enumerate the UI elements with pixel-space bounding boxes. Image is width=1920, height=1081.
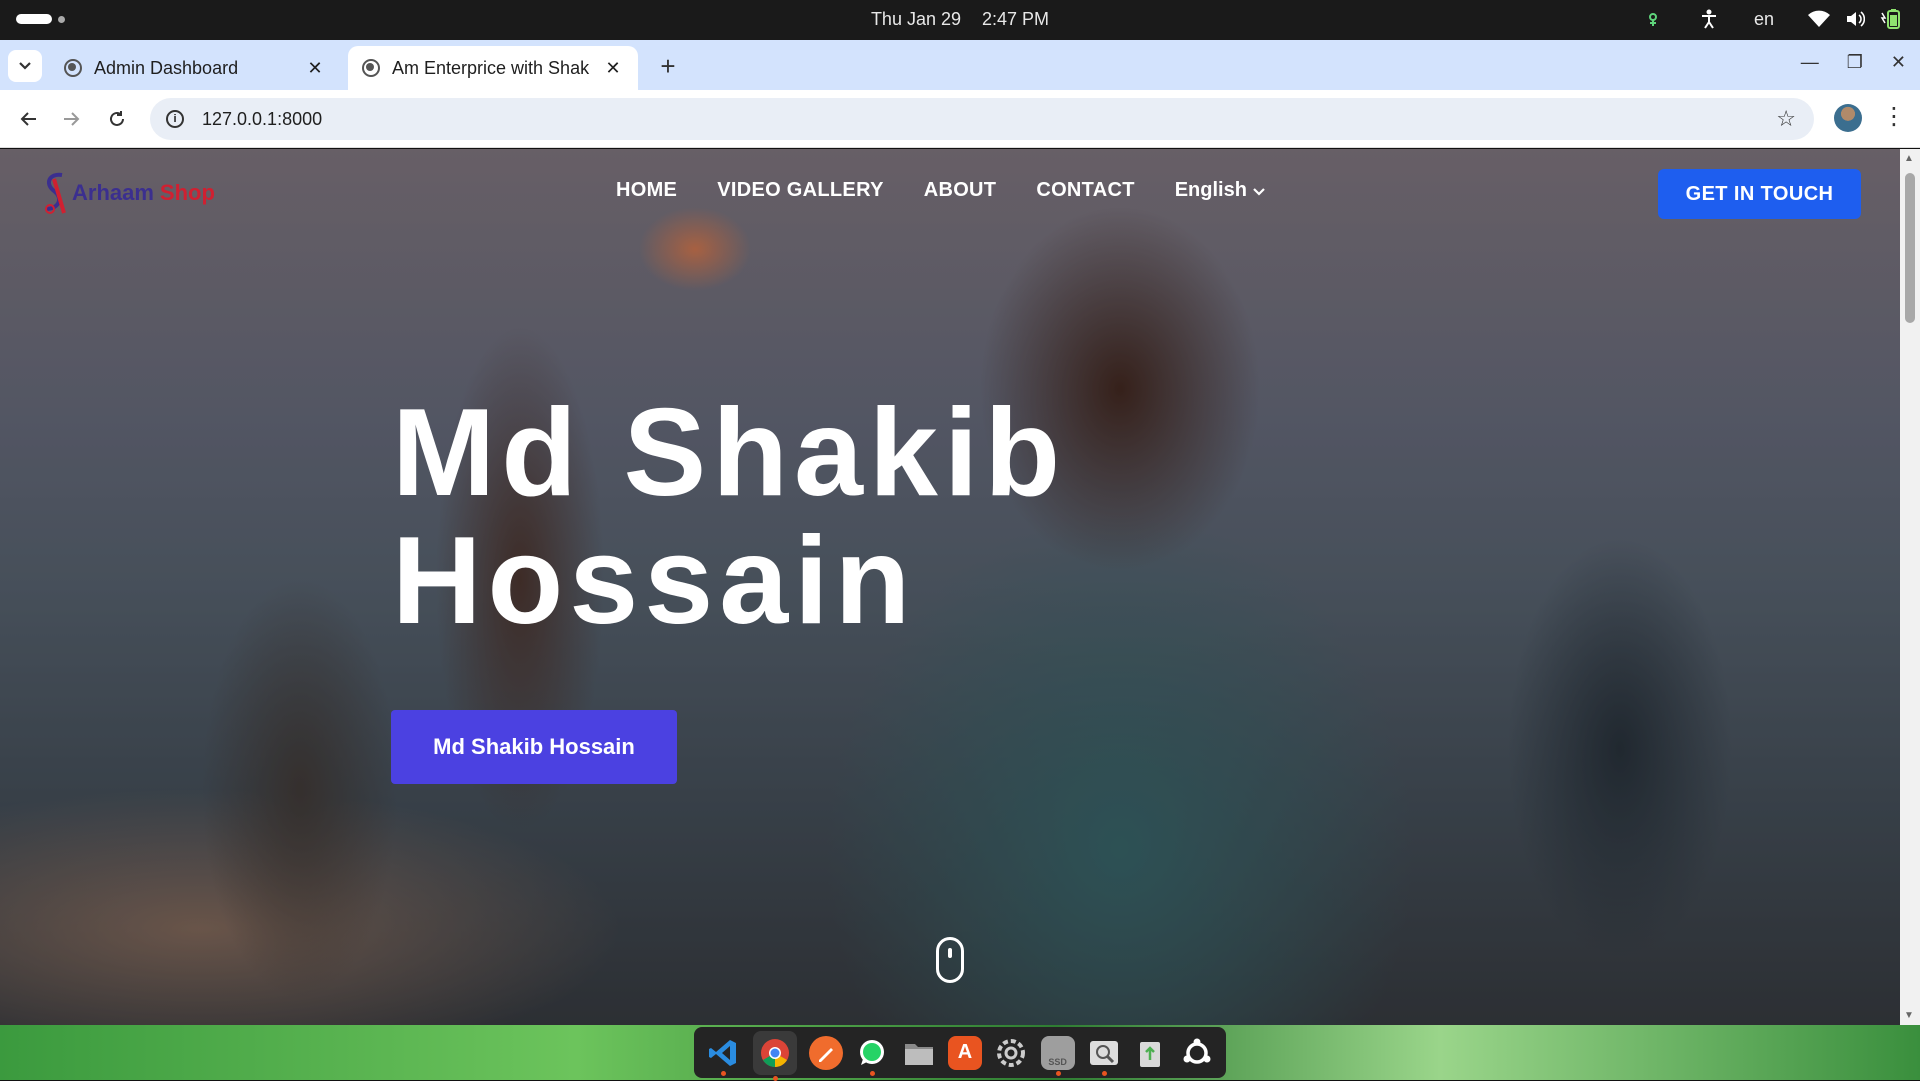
forward-icon[interactable] xyxy=(56,104,86,134)
globe-icon xyxy=(64,59,82,77)
image-viewer-icon[interactable] xyxy=(1087,1036,1121,1076)
battery-icon[interactable] xyxy=(1880,8,1902,30)
settings-icon[interactable] xyxy=(994,1036,1028,1070)
volume-icon[interactable] xyxy=(1844,8,1866,30)
language-select[interactable]: English xyxy=(1175,179,1265,202)
hero-title: Md Shakib Hossain xyxy=(392,389,1066,645)
chevron-down-icon xyxy=(1252,188,1265,196)
page-scrollbar[interactable]: ▲ ▼ xyxy=(1900,149,1920,1025)
accessibility-icon[interactable] xyxy=(1698,8,1720,30)
globe-icon xyxy=(362,59,380,77)
logo-text-secondary: Shop xyxy=(159,180,215,205)
window-controls: — ❐ ✕ xyxy=(1801,52,1906,73)
site-logo[interactable]: Arhaam Shop xyxy=(40,171,215,215)
profile-avatar[interactable] xyxy=(1834,104,1862,132)
tab-search-button[interactable] xyxy=(8,50,42,82)
network-activity-icon[interactable] xyxy=(1642,8,1664,30)
text-editor-icon[interactable] xyxy=(808,1035,843,1070)
menu-kebab-icon[interactable]: ⋮ xyxy=(1882,102,1906,131)
tab-am-enterprice[interactable]: Am Enterprice with Shak ✕ xyxy=(348,46,638,90)
scroll-up-icon[interactable]: ▲ xyxy=(1904,153,1914,164)
hero-section: Arhaam Shop HOME VIDEO GALLERY ABOUT CON… xyxy=(0,149,1900,1025)
logo-text-primary: Arhaam xyxy=(72,180,154,205)
ubuntu-icon[interactable] xyxy=(1180,1036,1214,1070)
ssd-label: SSD xyxy=(1048,1056,1067,1067)
system-tray[interactable]: en xyxy=(1642,8,1902,30)
os-top-bar: Thu Jan 29 2:47 PM en xyxy=(0,0,1920,40)
get-in-touch-button[interactable]: GET IN TOUCH xyxy=(1658,169,1861,219)
restore-icon[interactable]: ❐ xyxy=(1847,52,1863,73)
scroll-down-icon[interactable]: ▼ xyxy=(1904,1010,1914,1021)
chevron-down-icon xyxy=(19,62,31,70)
date-text: Thu Jan 29 xyxy=(870,9,961,29)
clock[interactable]: Thu Jan 29 2:47 PM xyxy=(0,9,1920,30)
logo-mark-icon xyxy=(45,172,66,214)
tab-admin-dashboard[interactable]: Admin Dashboard ✕ xyxy=(50,46,340,90)
site-nav: HOME VIDEO GALLERY ABOUT CONTACT English xyxy=(616,179,1265,202)
wifi-icon[interactable] xyxy=(1808,8,1830,30)
tab-label: Am Enterprice with Shak xyxy=(392,57,590,78)
ssd-drive-icon[interactable]: SSD xyxy=(1040,1035,1075,1076)
bookmark-star-icon[interactable]: ☆ xyxy=(1776,106,1796,132)
files-icon[interactable] xyxy=(902,1036,936,1070)
time-text: 2:47 PM xyxy=(982,9,1050,29)
url-text: 127.0.0.1:8000 xyxy=(202,108,323,129)
minimize-icon[interactable]: — xyxy=(1801,52,1819,73)
reload-icon[interactable] xyxy=(102,104,132,134)
whatsapp-icon[interactable] xyxy=(855,1036,889,1076)
nav-about[interactable]: ABOUT xyxy=(924,179,997,202)
browser-tab-strip: Admin Dashboard ✕ Am Enterprice with Sha… xyxy=(0,40,1920,90)
language-label: English xyxy=(1174,179,1247,201)
hero-cta-button[interactable]: Md Shakib Hossain xyxy=(391,710,677,784)
chrome-icon[interactable] xyxy=(752,1030,797,1081)
dock: A SSD xyxy=(694,1027,1226,1081)
hero-title-line2: Hossain xyxy=(392,512,917,650)
vscode-icon[interactable] xyxy=(706,1036,740,1076)
app-center-icon[interactable]: A xyxy=(947,1035,982,1070)
nav-home[interactable]: HOME xyxy=(616,179,677,202)
back-icon[interactable] xyxy=(14,104,44,134)
close-icon[interactable]: ✕ xyxy=(602,58,624,79)
trash-icon[interactable] xyxy=(1133,1036,1167,1070)
site-info-icon[interactable]: i xyxy=(166,110,184,128)
close-window-icon[interactable]: ✕ xyxy=(1891,52,1906,73)
new-tab-button[interactable]: + xyxy=(650,48,686,84)
hero-title-line1: Md Shakib xyxy=(392,384,1067,522)
keyboard-language[interactable]: en xyxy=(1754,8,1774,30)
browser-toolbar: i 127.0.0.1:8000 ☆ ⋮ xyxy=(0,90,1920,148)
nav-video-gallery[interactable]: VIDEO GALLERY xyxy=(717,179,884,202)
address-bar[interactable]: i 127.0.0.1:8000 ☆ xyxy=(150,98,1814,140)
tab-label: Admin Dashboard xyxy=(94,57,239,78)
close-icon[interactable]: ✕ xyxy=(304,58,326,79)
scrollbar-thumb[interactable] xyxy=(1905,173,1915,323)
scroll-down-mouse-icon[interactable] xyxy=(936,937,964,983)
nav-contact[interactable]: CONTACT xyxy=(1036,179,1134,202)
